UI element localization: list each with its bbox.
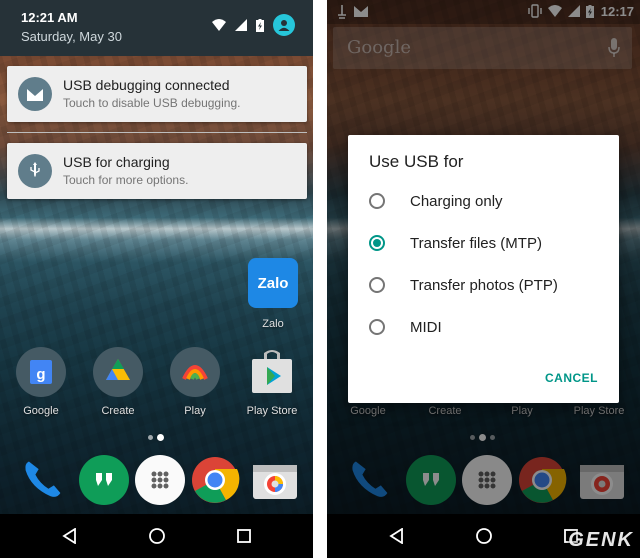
page-indicator bbox=[148, 434, 164, 441]
option-charging-only[interactable]: Charging only bbox=[369, 186, 609, 216]
app-label-play: Play bbox=[184, 405, 206, 417]
home-icon[interactable] bbox=[472, 524, 496, 548]
option-label: Transfer files (MTP) bbox=[410, 234, 542, 252]
user-avatar-icon[interactable] bbox=[273, 14, 295, 36]
notification-usb-debugging[interactable]: USB debugging connected Touch to disable… bbox=[7, 66, 307, 122]
shade-status-icons bbox=[212, 14, 295, 36]
notification-usb-charging[interactable]: USB for charging Touch for more options. bbox=[7, 143, 307, 199]
play-folder-icon[interactable] bbox=[170, 347, 220, 397]
page-dot bbox=[148, 435, 153, 440]
option-midi[interactable]: MIDI bbox=[369, 312, 609, 342]
play-store-icon[interactable] bbox=[247, 347, 297, 397]
shade-time: 12:21 AM bbox=[21, 10, 78, 25]
option-label: MIDI bbox=[410, 318, 442, 336]
genk-watermark: GENK bbox=[568, 529, 634, 551]
app-label-create: Create bbox=[101, 405, 135, 417]
app-label-zalo: Zalo bbox=[262, 318, 284, 330]
radio-checked[interactable] bbox=[369, 235, 385, 251]
option-label: Charging only bbox=[410, 192, 503, 210]
radio-unchecked[interactable] bbox=[369, 319, 385, 335]
android-debug-icon bbox=[18, 77, 52, 111]
notification-title: USB debugging connected bbox=[63, 77, 230, 93]
back-icon[interactable] bbox=[385, 524, 409, 548]
radio-unchecked[interactable] bbox=[369, 277, 385, 293]
zalo-icon-text: Zalo bbox=[257, 274, 289, 292]
battery-charging-icon bbox=[256, 18, 264, 32]
usb-icon bbox=[18, 154, 52, 188]
notification-title: USB for charging bbox=[63, 154, 170, 170]
home-icon[interactable] bbox=[145, 524, 169, 548]
right-phone-screen: 12:17 Google Google Create Play Play Sto… bbox=[327, 0, 640, 558]
wifi-icon bbox=[212, 19, 226, 31]
app-drawer-icon[interactable] bbox=[135, 455, 185, 505]
app-label-google: Google bbox=[23, 405, 59, 417]
divider bbox=[7, 132, 307, 133]
cell-signal-icon bbox=[235, 19, 247, 31]
use-usb-dialog: Use USB for Charging only Transfer files… bbox=[348, 135, 619, 403]
camera-icon[interactable] bbox=[250, 455, 300, 505]
zalo-app-icon[interactable]: Zalo bbox=[248, 258, 298, 308]
radio-unchecked[interactable] bbox=[369, 193, 385, 209]
hangouts-icon[interactable] bbox=[79, 455, 129, 505]
option-transfer-photos-ptp[interactable]: Transfer photos (PTP) bbox=[369, 270, 609, 300]
option-transfer-files-mtp[interactable]: Transfer files (MTP) bbox=[369, 228, 609, 258]
notification-subtitle: Touch for more options. bbox=[63, 173, 189, 187]
back-icon[interactable] bbox=[58, 524, 82, 548]
svg-text:g: g bbox=[36, 366, 45, 383]
phone-icon[interactable] bbox=[18, 455, 68, 505]
google-folder-icon[interactable]: g bbox=[16, 347, 66, 397]
notification-subtitle: Touch to disable USB debugging. bbox=[63, 96, 241, 110]
notification-shade-header[interactable]: 12:21 AM Saturday, May 30 bbox=[0, 0, 313, 56]
shade-date: Saturday, May 30 bbox=[21, 29, 122, 44]
navigation-bar bbox=[0, 514, 313, 558]
page-dot-active bbox=[157, 434, 164, 441]
dialog-title: Use USB for bbox=[369, 152, 464, 171]
option-label: Transfer photos (PTP) bbox=[410, 276, 558, 294]
left-phone-screen: 12:21 AM Saturday, May 30 USB debugging … bbox=[0, 0, 313, 558]
create-folder-icon[interactable] bbox=[93, 347, 143, 397]
app-label-play-store: Play Store bbox=[246, 405, 298, 417]
cancel-button[interactable]: CANCEL bbox=[545, 371, 598, 385]
recents-icon[interactable] bbox=[232, 524, 256, 548]
chrome-icon[interactable] bbox=[190, 455, 240, 505]
